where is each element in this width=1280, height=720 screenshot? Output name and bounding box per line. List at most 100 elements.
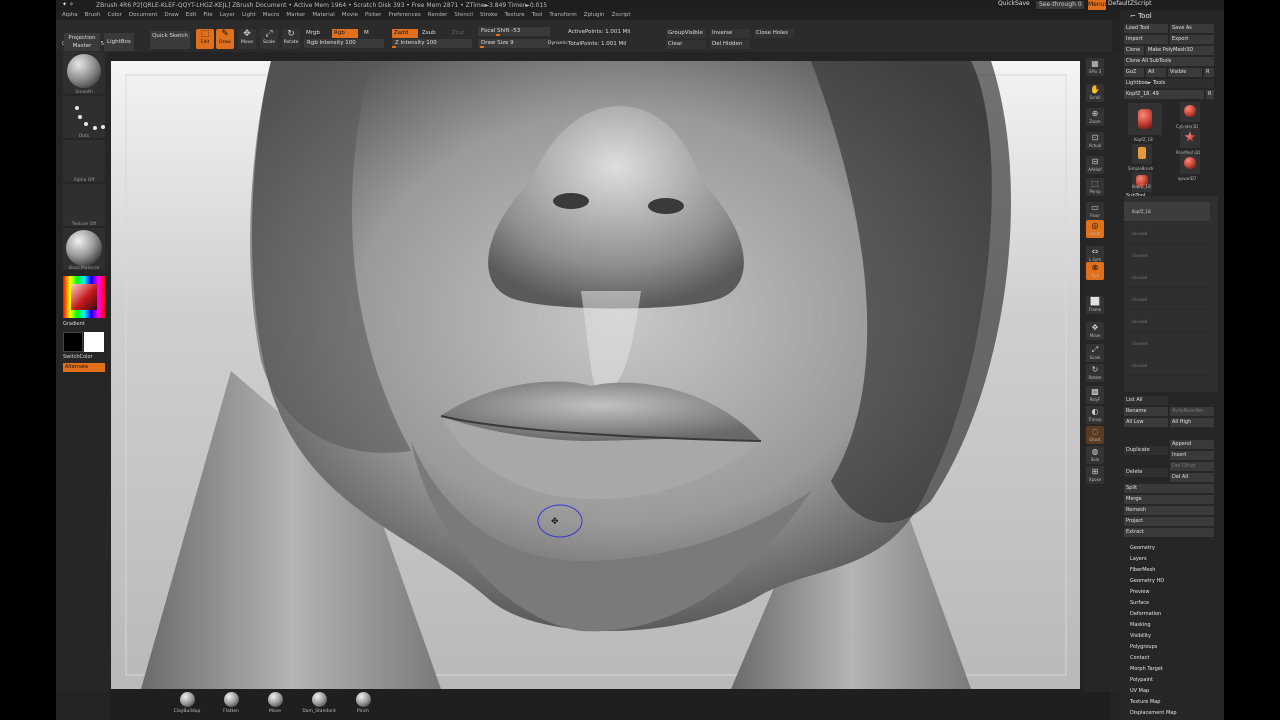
subpalette-fibermesh[interactable]: FiberMesh xyxy=(1130,567,1155,573)
del-all-button[interactable]: Del All xyxy=(1170,473,1214,482)
shelf-button-scale[interactable]: ⤢ Scale xyxy=(1086,344,1104,362)
shelf-button-xpose[interactable]: ⊞ Xpose xyxy=(1086,466,1104,484)
switch-color-button[interactable]: SwitchColor xyxy=(63,354,93,360)
menu-item-movie[interactable]: Movie xyxy=(342,12,358,18)
all-low-button[interactable]: All Low xyxy=(1124,418,1168,427)
shelf-button-frame[interactable]: ⬜ Frame xyxy=(1086,296,1104,314)
color-picker-saturation[interactable] xyxy=(71,284,97,310)
auto-reorder-button[interactable]: AutoReorder xyxy=(1170,407,1214,416)
duplicate-button[interactable]: Duplicate xyxy=(1124,446,1168,455)
shelf-button-aahalf[interactable]: ⊟ AAHalf xyxy=(1086,156,1104,174)
tool-thumb-kopfz[interactable] xyxy=(1128,103,1162,135)
subtool-slot[interactable]: Unused xyxy=(1124,312,1210,332)
goz-visible-button[interactable]: Visible xyxy=(1168,68,1202,77)
sculpt-viewport[interactable]: ✥ xyxy=(111,61,1080,689)
shelf-button-rotate[interactable]: ↻ Rotate xyxy=(1086,364,1104,382)
subpalette-texture-map[interactable]: Texture Map xyxy=(1130,699,1160,705)
merge-button[interactable]: Merge xyxy=(1124,495,1214,504)
brush-slot-flatten[interactable]: Flatten xyxy=(214,692,248,718)
subpalette-masking[interactable]: Masking xyxy=(1130,622,1151,628)
goz-button[interactable]: GoZ xyxy=(1124,68,1144,77)
subpalette-preview[interactable]: Preview xyxy=(1130,589,1149,595)
draw-size-slider[interactable]: Draw Size 9 xyxy=(478,39,550,48)
load-tool-button[interactable]: Load Tool xyxy=(1124,24,1168,33)
menu-item-texture[interactable]: Texture xyxy=(505,12,525,18)
shelf-button-move[interactable]: ✥ Move xyxy=(1086,322,1104,340)
zcut-toggle[interactable]: Zcut xyxy=(450,29,470,38)
goz-all-button[interactable]: All xyxy=(1146,68,1166,77)
split-button[interactable]: Split xyxy=(1124,484,1214,493)
quicksave-button[interactable]: QuickSave xyxy=(998,0,1030,7)
shelf-button-local[interactable]: ◎ Local xyxy=(1086,220,1104,238)
alpha-selector[interactable] xyxy=(63,140,105,182)
subtool-slot[interactable]: Unused xyxy=(1124,268,1210,288)
shelf-button-scroll[interactable]: ✋ Scroll xyxy=(1086,84,1104,102)
make-polymesh-button[interactable]: Make PolyMesh3D xyxy=(1146,46,1214,55)
brush-selector[interactable] xyxy=(63,52,105,94)
zsub-toggle[interactable]: Zsub xyxy=(420,29,444,38)
rgb-intensity-slider[interactable]: Rgb Intensity 100 xyxy=(304,39,384,48)
subpalette-geometry[interactable]: Geometry xyxy=(1130,545,1155,551)
subpalette-surface[interactable]: Surface xyxy=(1130,600,1149,606)
clone-button[interactable]: Clone xyxy=(1124,46,1144,55)
shelf-button-persp[interactable]: ⬚ Persp xyxy=(1086,178,1104,196)
see-through-slider[interactable]: See-through 0 xyxy=(1036,1,1084,9)
inverse-button[interactable]: Inverse xyxy=(710,29,750,38)
subpalette-morph-target[interactable]: Morph Target xyxy=(1130,666,1163,672)
remesh-button[interactable]: Remesh xyxy=(1124,506,1214,515)
menu-item-layer[interactable]: Layer xyxy=(220,12,235,18)
menu-item-draw[interactable]: Draw xyxy=(164,12,178,18)
subtool-slot[interactable]: Unused xyxy=(1124,356,1210,376)
list-all-button[interactable]: List All xyxy=(1124,396,1168,405)
menu-item-zscript[interactable]: Zscript xyxy=(611,12,630,18)
shelf-button-solo[interactable]: ◍ Solo xyxy=(1086,446,1104,464)
subtool-slot[interactable]: Unused xyxy=(1124,290,1210,310)
projection-master-button[interactable]: Projection Master xyxy=(64,33,100,51)
menu-item-file[interactable]: File xyxy=(203,12,212,18)
draw-button[interactable]: ✎ Draw xyxy=(216,29,234,49)
shelf-button-actual[interactable]: ⊡ Actual xyxy=(1086,132,1104,150)
texture-selector[interactable] xyxy=(63,184,105,226)
brush-slot-move[interactable]: Move xyxy=(258,692,292,718)
alternate-toggle[interactable]: Alternate xyxy=(63,363,105,372)
gradient-label[interactable]: Gradient xyxy=(63,321,85,327)
subpalette-layers[interactable]: Layers xyxy=(1130,556,1147,562)
shelf-button-floor[interactable]: ▭ Floor xyxy=(1086,202,1104,220)
current-tool-r-button[interactable]: R xyxy=(1206,90,1214,99)
menu-item-alpha[interactable]: Alpha xyxy=(62,12,78,18)
tool-palette-header[interactable]: ⌐ Tool xyxy=(1120,10,1224,22)
main-color-swatch[interactable] xyxy=(63,332,83,352)
brush-slot-claybuildup[interactable]: ClayBuildup xyxy=(170,692,204,718)
shelf-button-ghost[interactable]: ◌ Ghost xyxy=(1086,426,1104,444)
lightbox-button[interactable]: LightBox xyxy=(104,33,134,51)
scale-button[interactable]: ⤢ Scale xyxy=(260,29,278,49)
menu-item-transform[interactable]: Transform xyxy=(549,12,576,18)
close-holes-button[interactable]: Close Holes xyxy=(754,29,794,38)
menu-item-color[interactable]: Color xyxy=(108,12,122,18)
menu-item-tool[interactable]: Tool xyxy=(532,12,543,18)
tool-thumb-polymesh[interactable] xyxy=(1180,128,1200,148)
z-intensity-slider[interactable]: Z Intensity 100 xyxy=(392,39,472,48)
subpalette-visibility[interactable]: Visibility xyxy=(1130,633,1151,639)
subtool-slot[interactable]: Unused xyxy=(1124,246,1210,266)
del-hidden-button[interactable]: Del Hidden xyxy=(710,40,750,49)
default-zscript-button[interactable]: DefaultZScript xyxy=(1108,0,1151,7)
brush-slot-dam-standard[interactable]: Dam_Standard xyxy=(302,692,336,718)
clear-button[interactable]: Clear xyxy=(666,40,706,49)
quick-sketch-button[interactable]: Quick Sketch xyxy=(150,31,190,49)
focal-shift-slider[interactable]: Focal Shift -53 xyxy=(478,27,550,36)
menu-item-preferences[interactable]: Preferences xyxy=(388,12,420,18)
subtool-slot[interactable]: Unused xyxy=(1124,224,1210,244)
tool-thumb-kopfz-2[interactable] xyxy=(1132,172,1152,192)
rename-button[interactable]: Rename xyxy=(1124,407,1168,416)
tool-thumb-simplebrush[interactable] xyxy=(1132,144,1152,164)
edit-button[interactable]: ⬚ Edit xyxy=(196,29,214,49)
m-toggle[interactable]: M xyxy=(362,29,372,38)
move-button[interactable]: ✥ Move xyxy=(238,29,256,49)
document-canvas[interactable]: ✥ xyxy=(111,61,1080,689)
current-tool-slider[interactable]: KopfZ_18. 49 xyxy=(1124,90,1204,99)
import-button[interactable]: Import xyxy=(1124,35,1168,44)
menu-item-brush[interactable]: Brush xyxy=(85,12,101,18)
menu-item-stroke[interactable]: Stroke xyxy=(480,12,498,18)
subpalette-uv-map[interactable]: UV Map xyxy=(1130,688,1149,694)
